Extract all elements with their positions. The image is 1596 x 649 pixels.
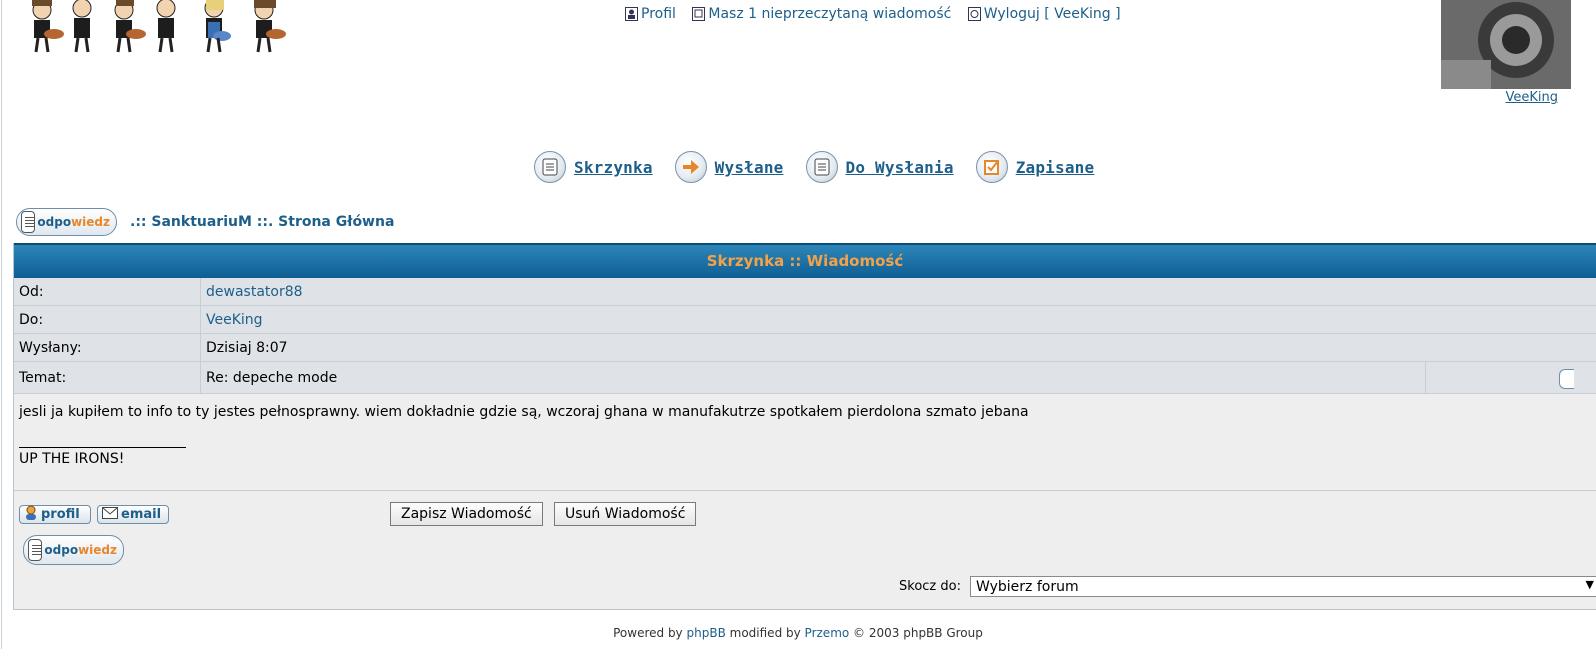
sender-link[interactable]: dewastator88 xyxy=(206,284,303,300)
folder-sent[interactable]: Wysłane xyxy=(674,151,784,183)
folder-saved[interactable]: Zapisane xyxy=(975,151,1095,183)
phpbb-link[interactable]: phpBB xyxy=(687,626,726,640)
user-icon xyxy=(24,505,38,525)
outbox-icon xyxy=(805,151,838,183)
jump-to-label: Skocz do: xyxy=(899,579,961,594)
field-label: Od: xyxy=(14,278,201,305)
field-label: Do: xyxy=(14,306,201,333)
quote-button-edge[interactable] xyxy=(1559,369,1574,389)
przemo-link[interactable]: Przemo xyxy=(805,626,850,640)
document-icon xyxy=(28,539,43,561)
arrow-right-icon xyxy=(674,151,707,183)
chevron-down-icon: ▼ xyxy=(1585,578,1594,591)
message-icon xyxy=(692,7,706,21)
reply-button-top[interactable]: odpowiedz xyxy=(16,208,117,236)
forum-logo[interactable] xyxy=(24,0,300,55)
signature-divider xyxy=(19,429,186,448)
profile-link[interactable]: Profil xyxy=(625,6,676,22)
folder-inbox[interactable]: Skrzynka xyxy=(534,151,653,183)
sent-date: Dzisiaj 8:07 xyxy=(206,339,288,356)
unread-messages-link[interactable]: Masz 1 nieprzeczytaną wiadomość xyxy=(692,6,951,22)
saved-checkbox-icon xyxy=(975,151,1008,183)
logout-icon xyxy=(967,7,981,21)
avatar xyxy=(1441,0,1571,89)
profile-button[interactable]: profil xyxy=(19,505,91,524)
save-message-button[interactable]: Zapisz Wiadomość xyxy=(390,502,543,526)
logout-link[interactable]: Wyloguj [ VeeKing ] xyxy=(967,6,1121,22)
avatar-username[interactable]: VeeKing xyxy=(1505,90,1558,105)
breadcrumb-home[interactable]: .:: SanktuariuM ::. Strona Główna xyxy=(130,214,394,230)
delete-message-button[interactable]: Usuń Wiadomość xyxy=(554,502,697,526)
user-links: Profil Masz 1 nieprzeczytaną wiadomość W… xyxy=(625,6,1133,25)
column-divider xyxy=(1425,362,1426,393)
folder-outbox[interactable]: Do Wysłania xyxy=(805,151,954,183)
field-row-subject: Temat: Re: depeche mode xyxy=(14,362,1596,394)
signature-text: UP THE IRONS! xyxy=(19,451,125,467)
message-table-title: Skrzynka :: Wiadomość xyxy=(14,243,1596,278)
message-table: Skrzynka :: Wiadomość Od: dewastator88 D… xyxy=(13,243,1596,610)
message-body: jesli ja kupiłem to info to ty jestes pe… xyxy=(14,394,1596,491)
field-label: Wysłany: xyxy=(14,334,201,361)
envelope-icon xyxy=(102,506,118,523)
profile-icon xyxy=(625,7,638,21)
subject-text: Re: depeche mode xyxy=(206,369,338,386)
document-icon xyxy=(21,211,36,233)
page-border xyxy=(1,0,2,649)
pm-folder-nav: Skrzynka Wysłane Do Wysłania Zapisane xyxy=(534,151,1116,183)
recipient-link[interactable]: VeeKing xyxy=(206,312,263,328)
forum-jump-select[interactable]: Wybierz forum ▼ xyxy=(970,576,1596,597)
field-label: Temat: xyxy=(14,362,201,393)
field-row-sent: Wysłany: Dzisiaj 8:07 xyxy=(14,334,1596,362)
footer: Powered by phpBB modified by Przemo © 20… xyxy=(613,626,983,640)
field-row-from: Od: dewastator88 xyxy=(14,278,1596,306)
message-text: jesli ja kupiłem to info to ty jestes pe… xyxy=(19,404,1029,420)
inbox-icon xyxy=(534,151,566,183)
email-button[interactable]: email xyxy=(97,505,169,524)
reply-button-bottom[interactable]: odpowiedz xyxy=(23,535,124,565)
field-row-to: Do: VeeKing xyxy=(14,306,1596,334)
